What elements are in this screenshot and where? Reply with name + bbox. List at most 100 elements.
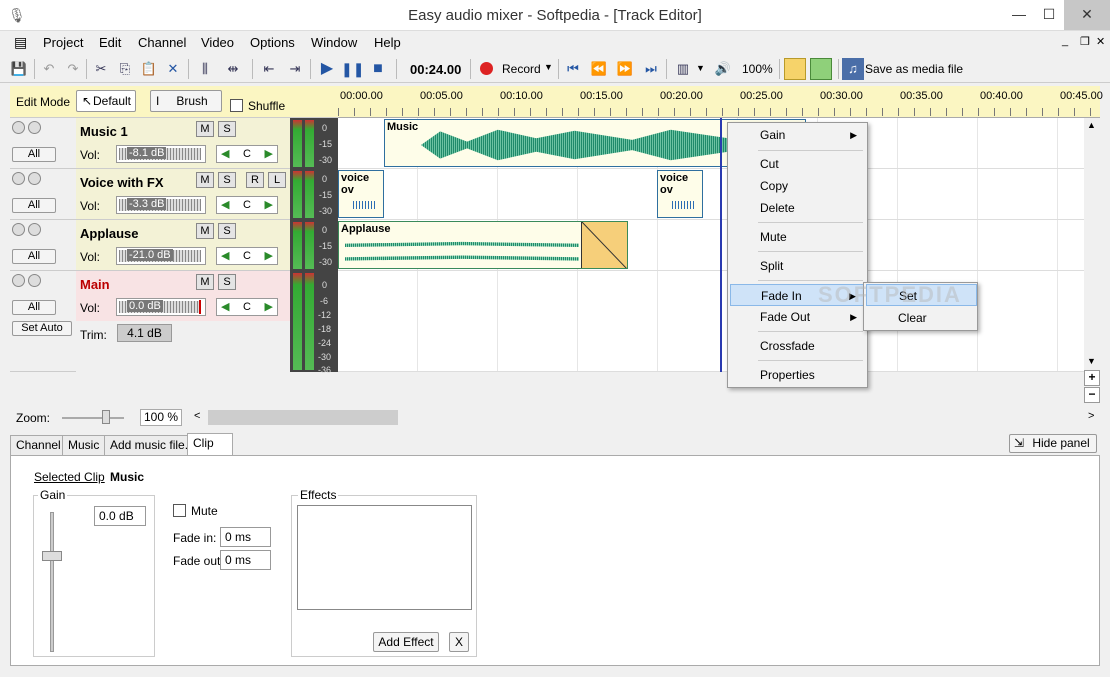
zoom-slider[interactable] bbox=[62, 417, 124, 419]
delete-icon[interactable]: ✕ bbox=[162, 58, 184, 80]
default-mode-button[interactable]: ↖ Default bbox=[76, 90, 136, 112]
doc-icon[interactable]: ▤ bbox=[14, 34, 27, 51]
record-arm-button[interactable]: R bbox=[246, 172, 264, 188]
grid-icon[interactable]: ▥ bbox=[672, 58, 694, 80]
selected-clip-label[interactable]: Selected Clip bbox=[34, 470, 105, 484]
loop-button[interactable]: L bbox=[268, 172, 286, 188]
menu-item-crossfade[interactable]: Crossfade bbox=[730, 335, 865, 357]
shuffle-checkbox[interactable] bbox=[230, 99, 243, 112]
cut-icon[interactable]: ✂ bbox=[90, 58, 112, 80]
forward-icon[interactable]: ⏩ bbox=[614, 58, 636, 80]
menu-item-copy[interactable]: Copy bbox=[730, 175, 865, 197]
solo-button[interactable]: S bbox=[218, 121, 236, 137]
media-file-icon[interactable]: ♫ bbox=[842, 58, 864, 80]
track-voice-with-fx[interactable]: All Voice with FX M S R L Vol: -3.3 dB ◀… bbox=[10, 169, 290, 220]
save-icon[interactable]: 💾 bbox=[8, 58, 30, 80]
all-button[interactable]: All bbox=[12, 147, 56, 162]
menu-edit[interactable]: Edit bbox=[99, 35, 121, 50]
all-button[interactable]: All bbox=[12, 249, 56, 264]
clip-color-icon[interactable] bbox=[810, 58, 832, 80]
tab-music[interactable]: Music bbox=[62, 435, 106, 455]
menu-item-cut[interactable]: Cut bbox=[730, 153, 865, 175]
mute-button[interactable]: M bbox=[196, 223, 214, 239]
stop-icon[interactable]: ■ bbox=[367, 58, 389, 80]
volume-slider[interactable]: -3.3 dB bbox=[116, 196, 206, 214]
gain-slider[interactable] bbox=[50, 512, 54, 652]
menu-item-properties[interactable]: Properties bbox=[730, 364, 865, 386]
pan-control[interactable]: ◀ C ▶ bbox=[216, 247, 278, 265]
gain-slider-thumb[interactable] bbox=[42, 551, 62, 561]
go-start-icon[interactable]: ⏮ bbox=[562, 58, 584, 80]
close-button[interactable]: ✕ bbox=[1064, 0, 1110, 30]
volume-icon[interactable]: 🔊 bbox=[712, 58, 734, 80]
menu-channel[interactable]: Channel bbox=[138, 35, 186, 50]
solo-button[interactable]: S bbox=[218, 223, 236, 239]
trim-value[interactable]: 4.1 dB bbox=[117, 324, 172, 342]
record-icon[interactable] bbox=[480, 62, 493, 75]
join-right-icon[interactable]: ⇥ bbox=[284, 58, 306, 80]
zoom-out-button[interactable]: − bbox=[1084, 387, 1100, 403]
chevron-up-icon[interactable]: ▲ bbox=[1087, 120, 1096, 130]
go-end-icon[interactable]: ⏭ bbox=[640, 58, 662, 80]
play-icon[interactable]: ▶ bbox=[316, 58, 338, 80]
track-monitor-icon[interactable] bbox=[28, 121, 41, 134]
chevron-down-icon[interactable]: ▼ bbox=[1087, 356, 1096, 366]
track-monitor-icon[interactable] bbox=[28, 274, 41, 287]
save-media-button[interactable]: Save as media file bbox=[865, 62, 963, 76]
record-button[interactable]: Record bbox=[502, 62, 541, 76]
track-monitor-icon[interactable] bbox=[28, 172, 41, 185]
remove-effect-button[interactable]: X bbox=[449, 632, 469, 652]
clip-applause[interactable]: Applause bbox=[338, 221, 628, 269]
timeline-ruler[interactable]: 00:00.00 00:05.00 00:10.00 00:15.00 00:2… bbox=[338, 86, 1103, 118]
paste-icon[interactable]: 📋 bbox=[138, 58, 160, 80]
track-main[interactable]: All Set Auto Main M S Vol: Trim: 4.1 dB … bbox=[10, 271, 290, 372]
split-icon[interactable]: ⫼ bbox=[194, 58, 216, 80]
gain-value-field[interactable]: 0.0 dB bbox=[94, 506, 146, 526]
menu-item-fade-out[interactable]: Fade Out ▶ bbox=[730, 306, 865, 328]
chevron-right-icon[interactable]: > bbox=[1088, 410, 1094, 422]
tab-clip[interactable]: Clip bbox=[187, 433, 233, 455]
horizontal-scrollbar-thumb[interactable] bbox=[208, 410, 398, 425]
fade-in-field[interactable]: 0 ms bbox=[220, 527, 271, 547]
track-arm-icon[interactable] bbox=[12, 121, 25, 134]
track-color-icon[interactable] bbox=[784, 58, 806, 80]
grid-dropdown-icon[interactable]: ▼ bbox=[696, 63, 705, 73]
menu-help[interactable]: Help bbox=[374, 35, 401, 50]
clip-voice-1[interactable]: voice ov bbox=[338, 170, 384, 218]
menu-item-clear[interactable]: Clear bbox=[866, 307, 977, 329]
redo-icon[interactable]: ↷ bbox=[62, 58, 84, 80]
chevron-left-icon[interactable]: < bbox=[194, 410, 200, 422]
track-applause[interactable]: All Applause M S Vol: -21.0 dB ◀ C ▶ bbox=[10, 220, 290, 271]
join-left-icon[interactable]: ⇤ bbox=[258, 58, 280, 80]
lane-main[interactable] bbox=[338, 271, 1100, 372]
menu-video[interactable]: Video bbox=[201, 35, 234, 50]
track-monitor-icon[interactable] bbox=[28, 223, 41, 236]
mute-button[interactable]: M bbox=[196, 121, 214, 137]
mdi-close-button[interactable]: ✕ bbox=[1096, 35, 1105, 48]
menu-item-gain[interactable]: Gain ▶ bbox=[730, 124, 865, 146]
fade-out-field[interactable]: 0 ms bbox=[220, 550, 271, 570]
playhead[interactable] bbox=[720, 118, 722, 372]
mdi-minimize-button[interactable]: _ bbox=[1062, 35, 1068, 47]
track-arm-icon[interactable] bbox=[12, 223, 25, 236]
minimize-button[interactable]: — bbox=[1004, 0, 1034, 30]
track-arm-icon[interactable] bbox=[12, 172, 25, 185]
rewind-icon[interactable]: ⏪ bbox=[588, 58, 610, 80]
pan-control[interactable]: ◀ C ▶ bbox=[216, 298, 278, 316]
effects-list[interactable] bbox=[297, 505, 472, 610]
pan-control[interactable]: ◀ C ▶ bbox=[216, 196, 278, 214]
mute-button[interactable]: M bbox=[196, 172, 214, 188]
pan-control[interactable]: ◀ C ▶ bbox=[216, 145, 278, 163]
add-effect-button[interactable]: Add Effect bbox=[373, 632, 439, 652]
menu-item-delete[interactable]: Delete bbox=[730, 197, 865, 219]
zoom-in-button[interactable]: + bbox=[1084, 370, 1100, 386]
fade-out-region[interactable] bbox=[581, 222, 627, 268]
solo-button[interactable]: S bbox=[218, 172, 236, 188]
mdi-restore-button[interactable]: ❐ bbox=[1080, 35, 1090, 48]
all-button[interactable]: All bbox=[12, 198, 56, 213]
mute-checkbox[interactable] bbox=[173, 504, 186, 517]
tab-channel[interactable]: Channel bbox=[10, 435, 67, 455]
pause-icon[interactable]: ❚❚ bbox=[341, 58, 364, 80]
menu-item-mute[interactable]: Mute bbox=[730, 226, 865, 248]
zoom-slider-thumb[interactable] bbox=[102, 410, 110, 424]
